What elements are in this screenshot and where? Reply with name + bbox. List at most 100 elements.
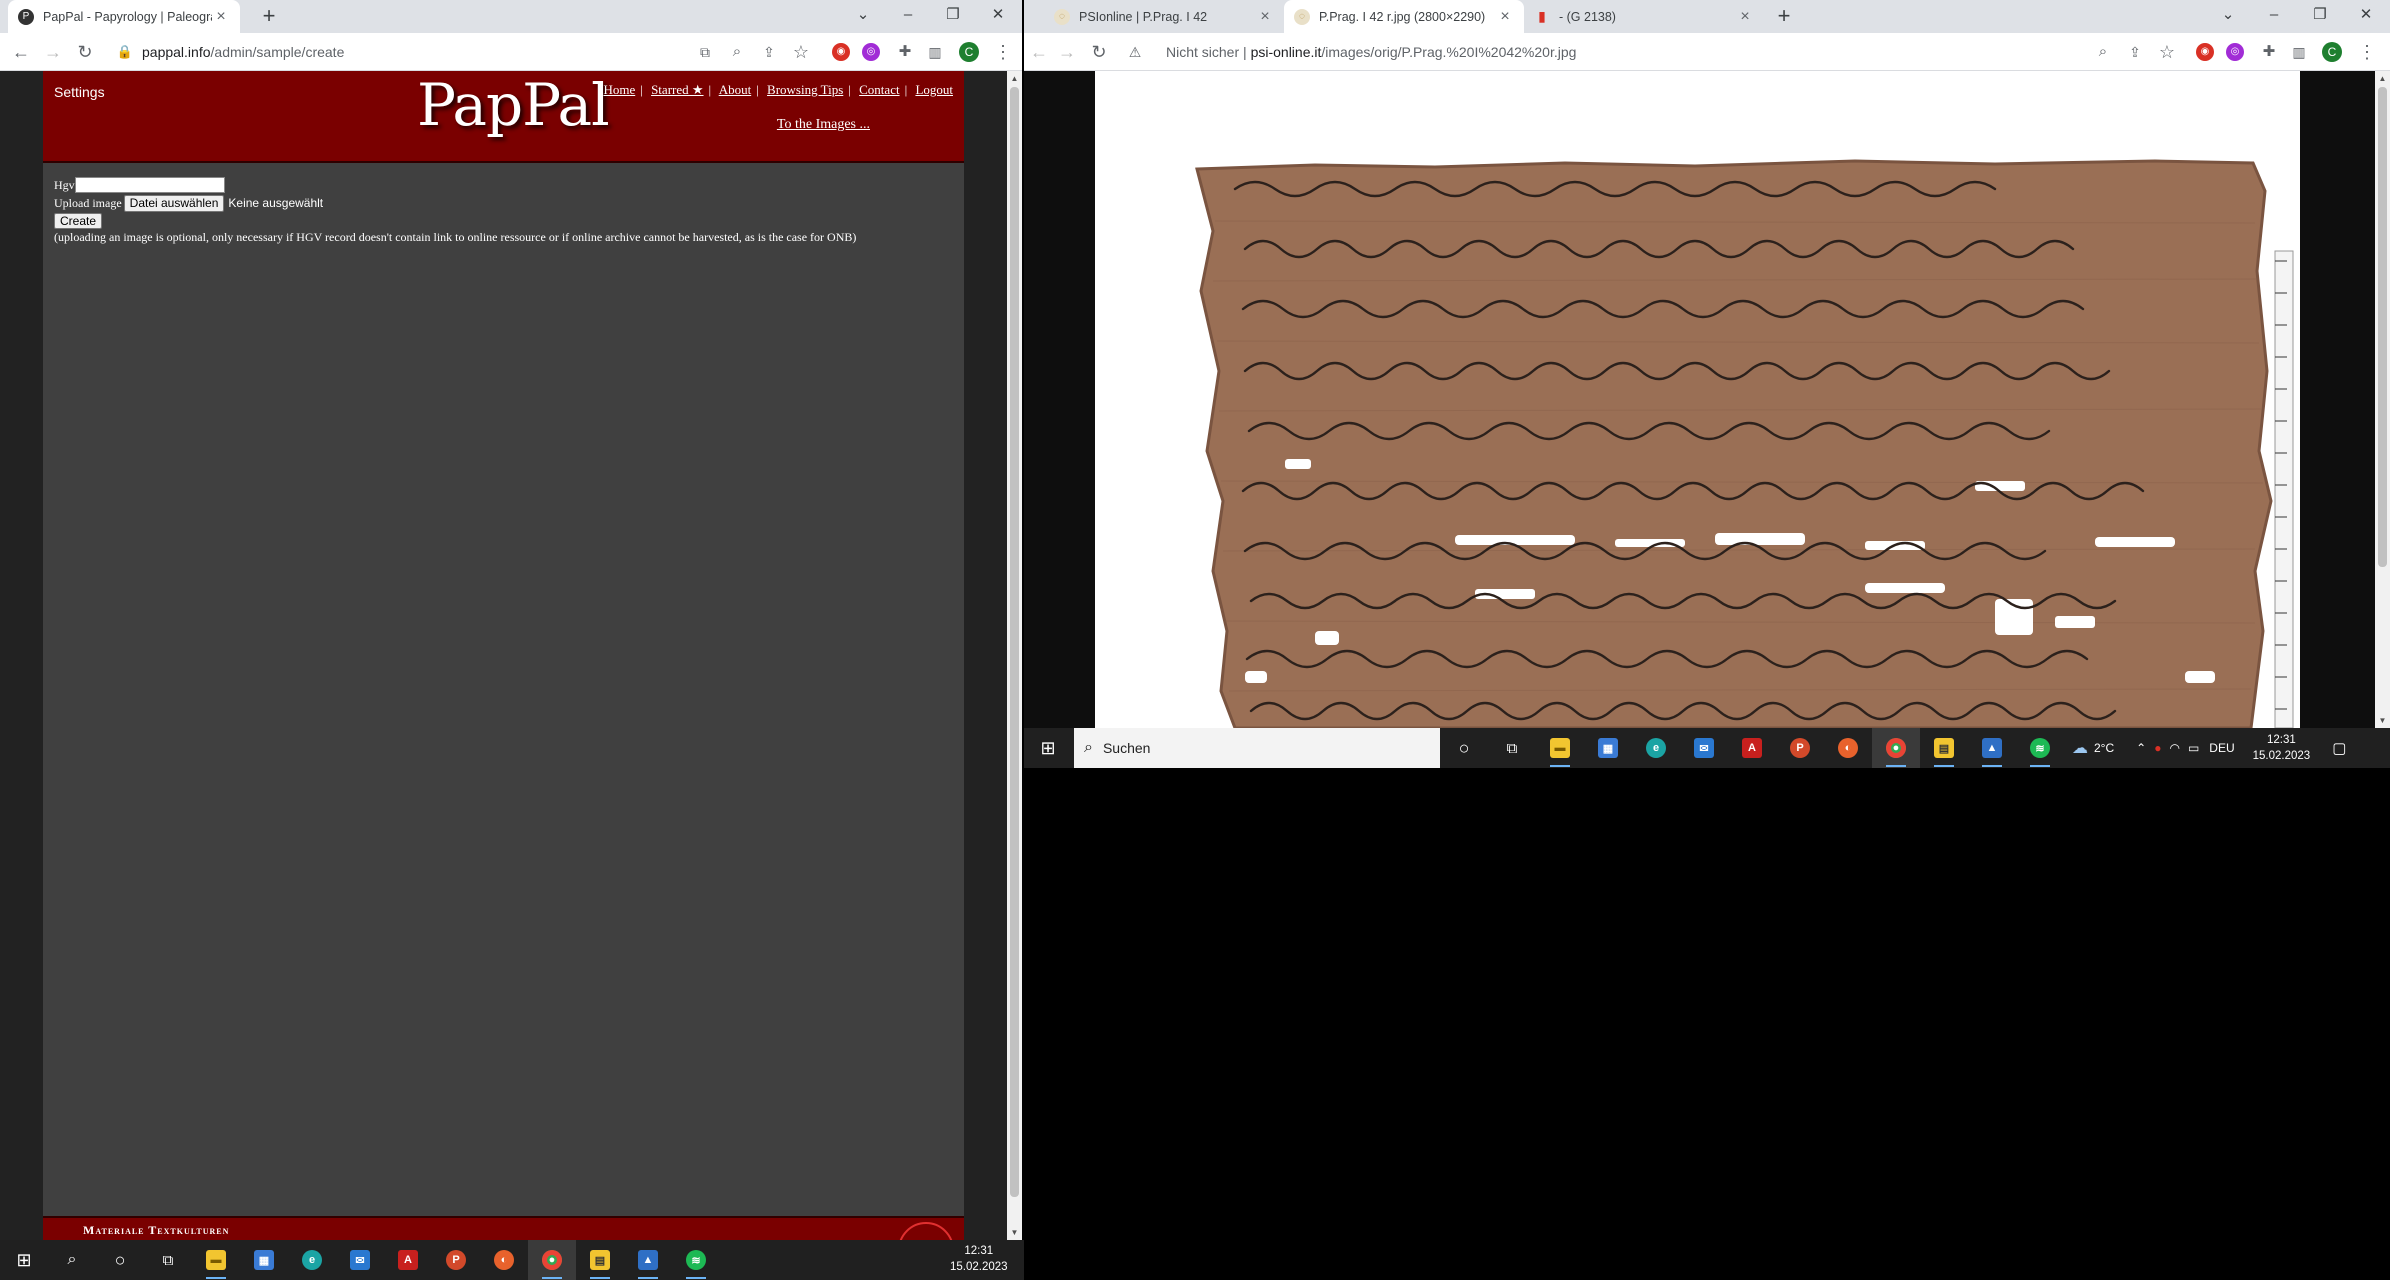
address-bar[interactable]: Nicht sicher | psi-online.it/images/orig…	[1166, 44, 1576, 60]
create-button[interactable]: Create	[54, 213, 103, 229]
powerpoint-icon[interactable]: P	[1776, 728, 1824, 768]
extension-purple-icon[interactable]: ◎	[862, 43, 880, 61]
store-icon[interactable]: ▦	[240, 1240, 288, 1280]
tab-psionline[interactable]: ◌ PSIonline | P.Prag. I 42 ×	[1044, 0, 1284, 33]
close-tab-icon[interactable]: ×	[1496, 8, 1514, 26]
right-scroll-thumb[interactable]	[2378, 87, 2387, 567]
pappal-logo[interactable]: PapPal	[417, 71, 610, 139]
file-explorer-icon[interactable]: ▬	[192, 1240, 240, 1280]
mail-icon[interactable]: ✉	[336, 1240, 384, 1280]
scroll-down-icon[interactable]: ▼	[1007, 1225, 1022, 1240]
translate-icon[interactable]: ⧉	[692, 39, 718, 65]
store-icon[interactable]: ▦	[1584, 728, 1632, 768]
right-scrollbar[interactable]: ▲ ▼	[2375, 71, 2390, 728]
reload-icon[interactable]: ↻	[72, 39, 98, 65]
task-view-icon[interactable]: ⧉	[144, 1240, 192, 1280]
zoom-icon[interactable]: ⌕	[724, 39, 750, 65]
side-panel-icon[interactable]: ▥	[2286, 39, 2312, 65]
task-view-icon[interactable]: ⧉	[1488, 728, 1536, 768]
notes-app-icon[interactable]: ▤	[576, 1240, 624, 1280]
nav-contact[interactable]: Contact	[859, 82, 899, 97]
right-clock[interactable]: 12:31 15.02.2023	[2253, 732, 2311, 764]
extension-red-icon[interactable]: ◉	[2196, 43, 2214, 61]
restore-button[interactable]: ❐	[2297, 0, 2343, 33]
cortana-icon[interactable]: ○	[1440, 728, 1488, 768]
tray-app-icon[interactable]: ●	[2154, 741, 2161, 755]
forward-arrow-icon[interactable]: →	[40, 39, 66, 65]
edge-icon[interactable]: e	[1632, 728, 1680, 768]
close-tab-icon[interactable]: ×	[1256, 8, 1274, 26]
scroll-up-icon[interactable]: ▲	[2375, 71, 2390, 86]
to-the-images-link[interactable]: To the Images ...	[777, 117, 870, 133]
minimize-button[interactable]: –	[2251, 0, 2297, 33]
file-explorer-icon[interactable]: ▬	[1536, 728, 1584, 768]
photos-icon[interactable]: ▲	[624, 1240, 672, 1280]
chrome-icon[interactable]: ●	[528, 1240, 576, 1280]
left-clock[interactable]: 12:31 15.02.2023	[950, 1243, 1008, 1275]
battery-icon[interactable]: ▭	[2188, 741, 2199, 755]
spotify-icon[interactable]: ≋	[2016, 728, 2064, 768]
start-windows-icon[interactable]: ⊞	[1024, 728, 1072, 768]
new-tab-button[interactable]: +	[1770, 2, 1798, 30]
forward-arrow-icon[interactable]: →	[1054, 39, 1080, 65]
reload-icon[interactable]: ↻	[1086, 39, 1112, 65]
side-panel-icon[interactable]: ▥	[922, 39, 948, 65]
zoom-icon[interactable]: ⌕	[2090, 39, 2116, 65]
profile-avatar[interactable]: C	[2322, 42, 2342, 62]
nav-about[interactable]: About	[719, 82, 752, 97]
nav-browsing-tips[interactable]: Browsing Tips	[767, 82, 843, 97]
scroll-down-icon[interactable]: ▼	[2375, 713, 2390, 728]
close-window-button[interactable]: ✕	[2343, 0, 2389, 33]
notes-app-icon[interactable]: ▤	[1920, 728, 1968, 768]
firefox-icon[interactable]: ◐	[480, 1240, 528, 1280]
menu-kebab-icon[interactable]: ⋮	[2354, 39, 2380, 65]
close-window-button[interactable]: ✕	[975, 0, 1021, 33]
taskbar-search-box[interactable]: ⌕ Suchen	[1074, 728, 1440, 768]
minimize-button[interactable]: –	[885, 0, 931, 33]
warning-icon[interactable]: ⚠	[1122, 39, 1148, 65]
search-icon[interactable]: ⌕	[48, 1240, 96, 1280]
left-scroll-thumb[interactable]	[1010, 87, 1019, 1197]
language-indicator[interactable]: DEU	[2209, 741, 2234, 755]
tray-chevron-icon[interactable]: ⌃	[2136, 741, 2146, 755]
left-scrollbar[interactable]: ▲ ▼	[1007, 71, 1022, 1240]
hgv-input[interactable]	[74, 177, 225, 193]
share-icon[interactable]: ⇪	[756, 39, 782, 65]
mail-icon[interactable]: ✉	[1680, 728, 1728, 768]
settings-link[interactable]: Settings	[54, 84, 105, 100]
tab-search-chevron-icon[interactable]: ⌄	[2205, 0, 2251, 33]
wifi-icon[interactable]: ◠	[2169, 741, 2179, 755]
extensions-puzzle-icon[interactable]: ✚	[2256, 39, 2282, 65]
close-tab-icon[interactable]: ×	[1736, 8, 1754, 26]
choose-file-button[interactable]: Datei auswählen	[123, 194, 225, 212]
tab-g2138[interactable]: ▮ - (G 2138) ×	[1524, 0, 1764, 33]
nav-home[interactable]: Home	[603, 82, 635, 97]
close-tab-icon[interactable]: ×	[212, 8, 230, 26]
tab-pappal[interactable]: P PapPal - Papyrology | Paleography ×	[8, 0, 240, 33]
profile-avatar[interactable]: C	[959, 42, 979, 62]
back-arrow-icon[interactable]: ←	[8, 39, 34, 65]
scroll-up-icon[interactable]: ▲	[1007, 71, 1022, 86]
lock-icon[interactable]: 🔒	[112, 39, 138, 65]
notifications-icon[interactable]: ▢	[2332, 739, 2346, 757]
chrome-icon[interactable]: ●	[1872, 728, 1920, 768]
spotify-icon[interactable]: ≋	[672, 1240, 720, 1280]
weather-cloud-icon[interactable]: ☁	[2072, 738, 2088, 758]
address-bar[interactable]: pappal.info/admin/sample/create	[142, 44, 344, 60]
papyrus-image[interactable]	[1095, 71, 2300, 728]
powerpoint-icon[interactable]: P	[432, 1240, 480, 1280]
extension-purple-icon[interactable]: ◎	[2226, 43, 2244, 61]
new-tab-button[interactable]: +	[255, 2, 283, 30]
cortana-icon[interactable]: ○	[96, 1240, 144, 1280]
tab-image[interactable]: ◌ P.Prag. I 42 r.jpg (2800×2290) ×	[1284, 0, 1524, 33]
acrobat-icon[interactable]: A	[1728, 728, 1776, 768]
nav-logout[interactable]: Logout	[915, 82, 953, 97]
start-windows-icon[interactable]: ⊞	[0, 1240, 48, 1280]
back-arrow-icon[interactable]: ←	[1026, 39, 1052, 65]
extensions-puzzle-icon[interactable]: ✚	[892, 39, 918, 65]
bookmark-star-icon[interactable]: ☆	[788, 39, 814, 65]
nav-starred[interactable]: Starred ★	[651, 82, 703, 97]
menu-kebab-icon[interactable]: ⋮	[990, 39, 1016, 65]
share-icon[interactable]: ⇪	[2122, 39, 2148, 65]
weather-temp[interactable]: 2°C	[2094, 741, 2114, 755]
